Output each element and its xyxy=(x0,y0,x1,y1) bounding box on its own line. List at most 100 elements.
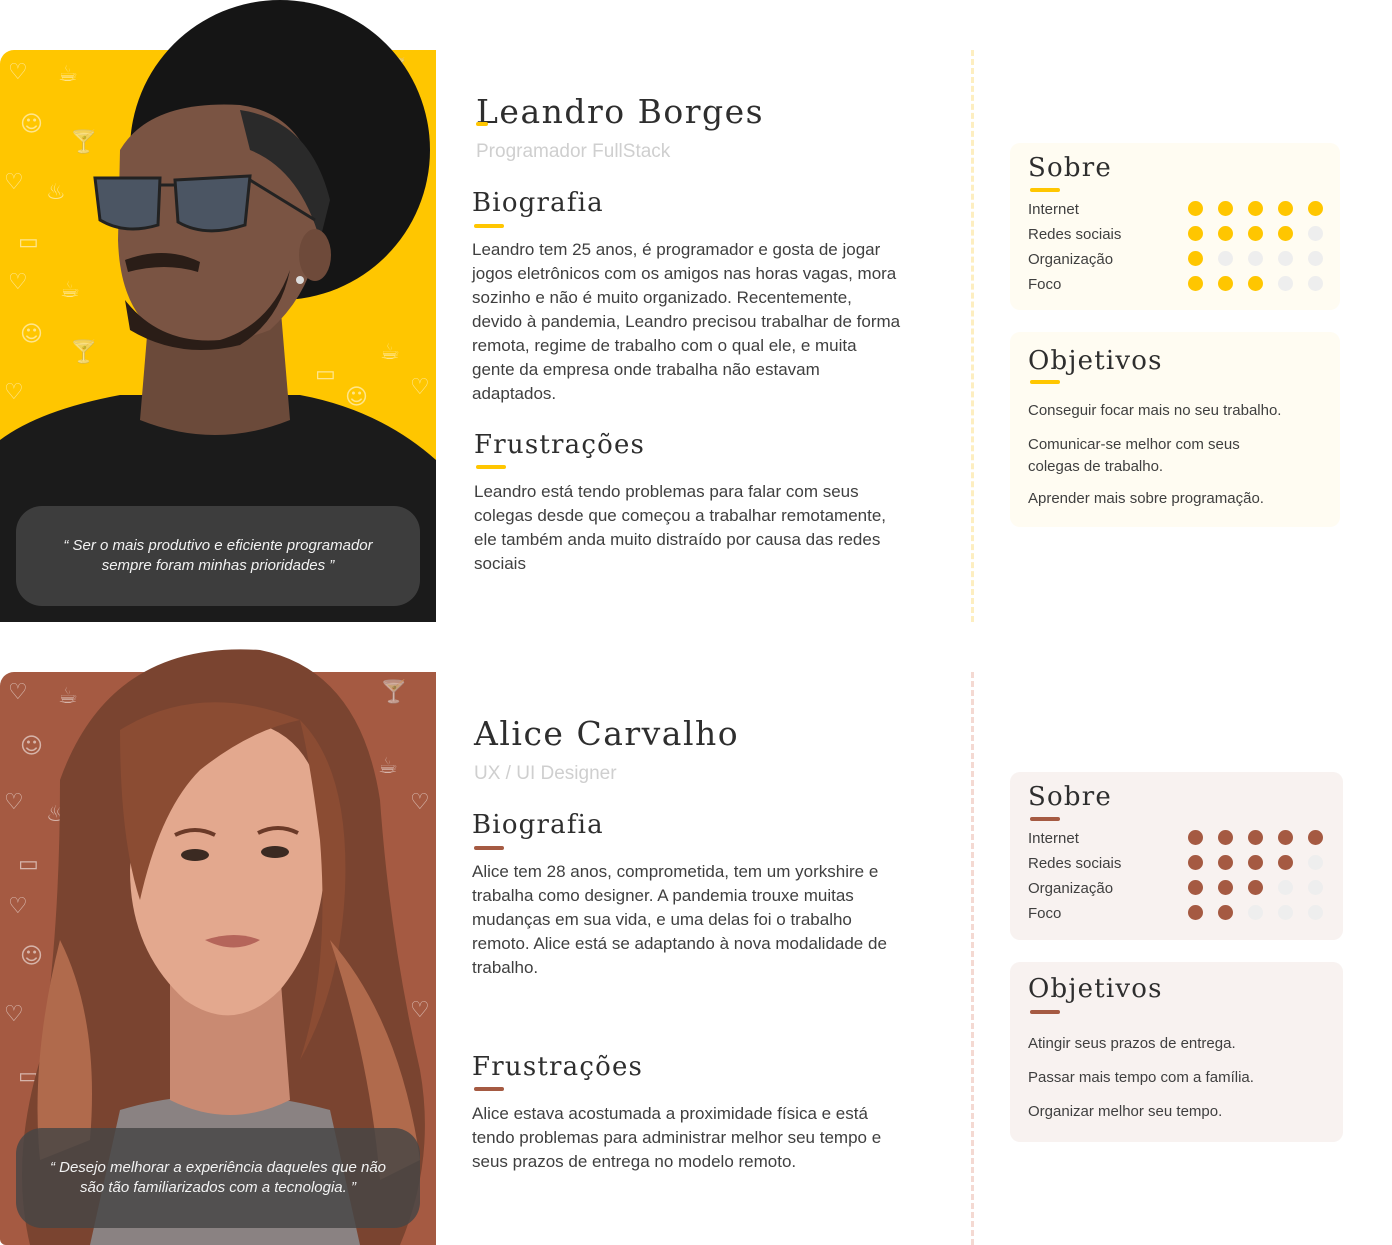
skill-label: Organização xyxy=(1028,251,1114,268)
rating-dot-filled xyxy=(1308,830,1323,845)
rating-dot-filled xyxy=(1278,226,1293,241)
rating-dot-filled xyxy=(1218,905,1233,920)
rating-dot-filled xyxy=(1188,226,1203,241)
rating-dot-filled xyxy=(1218,855,1233,870)
rating-dot-empty xyxy=(1308,905,1323,920)
rating-dot-empty xyxy=(1278,251,1293,266)
goals-card: Objetivos Conseguir focar mais no seu tr… xyxy=(1010,332,1340,527)
persona-card-leandro: ♡ ☕ ☺ 🍸 ♡ ♨ ▭ ♡ ☕ ☺ 🍸 ♡ 🍸 ♡ ☕ ☺ ♡ ▭ xyxy=(0,0,1392,625)
rating-dot-empty xyxy=(1248,905,1263,920)
heading-underline xyxy=(1030,188,1060,192)
rating-dot-filled xyxy=(1188,905,1203,920)
rating-dot-empty xyxy=(1278,880,1293,895)
persona-role: UX / UI Designer xyxy=(474,763,617,784)
rating-dot-filled xyxy=(1188,880,1203,895)
rating-dot-empty xyxy=(1218,251,1233,266)
goal-item: Organizar melhor seu tempo. xyxy=(1028,1103,1223,1120)
heading-underline xyxy=(1030,817,1060,821)
skill-row: Internet xyxy=(1028,828,1328,852)
rating-dot-filled xyxy=(1188,276,1203,291)
rating-dot-filled xyxy=(1218,201,1233,216)
rating-dot-filled xyxy=(1188,830,1203,845)
persona-quote: “ Ser o mais produtivo e eficiente progr… xyxy=(16,506,420,606)
skill-label: Internet xyxy=(1028,201,1079,218)
name-accent xyxy=(476,122,488,126)
goals-heading: Objetivos xyxy=(1028,346,1163,376)
skill-label: Internet xyxy=(1028,830,1079,847)
rating-dot-filled xyxy=(1218,830,1233,845)
frustrations-text: Alice estava acostumada a proximidade fí… xyxy=(472,1104,882,1171)
rating-dot-empty xyxy=(1308,226,1323,241)
skill-row: Organização xyxy=(1028,878,1328,902)
skill-rating xyxy=(1188,880,1323,895)
goal-item: Aprender mais sobre programação. xyxy=(1028,490,1264,507)
rating-dot-filled xyxy=(1218,880,1233,895)
persona-role: Programador FullStack xyxy=(476,141,671,162)
persona-photo-card: ♡ ☕ ☺ ♡ ♨ ▭ ♡ ☺ ♡ ▭ 🍸 ☕ ♡ ♡ “ Desejo mel… xyxy=(0,649,436,1245)
skill-label: Foco xyxy=(1028,905,1062,922)
rating-dot-empty xyxy=(1278,905,1293,920)
rating-dot-filled xyxy=(1248,201,1263,216)
dashed-divider xyxy=(971,50,974,622)
skill-row: Foco xyxy=(1028,903,1328,927)
heading-underline xyxy=(1030,380,1060,384)
rating-dot-filled xyxy=(1188,855,1203,870)
rating-dot-filled xyxy=(1308,201,1323,216)
rating-dot-filled xyxy=(1218,276,1233,291)
skill-row: Foco xyxy=(1028,274,1328,298)
skill-rating xyxy=(1188,855,1323,870)
heading-underline xyxy=(476,465,506,469)
frustrations-heading: Frustrações xyxy=(474,430,646,460)
skill-label: Redes sociais xyxy=(1028,226,1122,243)
goals-card: Objetivos Atingir seus prazos de entrega… xyxy=(1010,962,1343,1142)
persona-name: Leandro Borges xyxy=(476,92,765,131)
heading-underline xyxy=(474,224,504,228)
rating-dot-filled xyxy=(1248,276,1263,291)
persona-card-alice: ♡ ☕ ☺ ♡ ♨ ▭ ♡ ☺ ♡ ▭ 🍸 ☕ ♡ ♡ “ Desejo mel… xyxy=(0,625,1392,1245)
biography-text: Leandro tem 25 anos, é programador e gos… xyxy=(472,240,901,403)
biography-heading: Biografia xyxy=(472,188,604,218)
biography-heading: Biografia xyxy=(472,810,604,840)
skill-label: Foco xyxy=(1028,276,1062,293)
about-card: Sobre Internet Redes sociais Organização Fo… xyxy=(1010,143,1340,310)
persona-name: Alice Carvalho xyxy=(474,714,740,753)
skill-rating xyxy=(1188,201,1323,216)
dashed-divider xyxy=(971,672,974,1245)
rating-dot-empty xyxy=(1308,855,1323,870)
skill-label: Organização xyxy=(1028,880,1114,897)
goals-heading: Objetivos xyxy=(1028,974,1163,1004)
rating-dot-empty xyxy=(1308,276,1323,291)
skill-label: Redes sociais xyxy=(1028,855,1122,872)
skill-rating xyxy=(1188,251,1323,266)
rating-dot-filled xyxy=(1278,855,1293,870)
rating-dot-filled xyxy=(1248,226,1263,241)
rating-dot-filled xyxy=(1248,830,1263,845)
rating-dot-filled xyxy=(1278,830,1293,845)
heading-underline xyxy=(474,1087,504,1091)
rating-dot-filled xyxy=(1278,201,1293,216)
skill-rating xyxy=(1188,226,1323,241)
skill-rating xyxy=(1188,276,1323,291)
rating-dot-filled xyxy=(1218,226,1233,241)
goal-item: Comunicar-se melhor com seus colegas de … xyxy=(1028,436,1240,475)
about-heading: Sobre xyxy=(1028,153,1112,183)
goal-item: Passar mais tempo com a família. xyxy=(1028,1069,1254,1086)
skill-row: Redes sociais xyxy=(1028,224,1328,248)
heading-underline xyxy=(1030,1010,1060,1014)
frustrations-text: Leandro está tendo problemas para falar … xyxy=(474,482,887,573)
skill-rating xyxy=(1188,830,1323,845)
skill-rating xyxy=(1188,905,1323,920)
skill-row: Internet xyxy=(1028,199,1328,223)
biography-text: Alice tem 28 anos, comprometida, tem um … xyxy=(472,862,887,977)
persona-quote: “ Desejo melhorar a experiência daqueles… xyxy=(16,1128,420,1228)
heading-underline xyxy=(474,846,504,850)
rating-dot-filled xyxy=(1188,251,1203,266)
rating-dot-filled xyxy=(1248,855,1263,870)
skill-row: Organização xyxy=(1028,249,1328,273)
rating-dot-empty xyxy=(1248,251,1263,266)
frustrations-heading: Frustrações xyxy=(472,1052,644,1082)
about-heading: Sobre xyxy=(1028,782,1112,812)
rating-dot-filled xyxy=(1248,880,1263,895)
persona-photo-card: ♡ ☕ ☺ 🍸 ♡ ♨ ▭ ♡ ☕ ☺ 🍸 ♡ 🍸 ♡ ☕ ☺ ♡ ▭ xyxy=(0,0,436,622)
rating-dot-empty xyxy=(1278,276,1293,291)
